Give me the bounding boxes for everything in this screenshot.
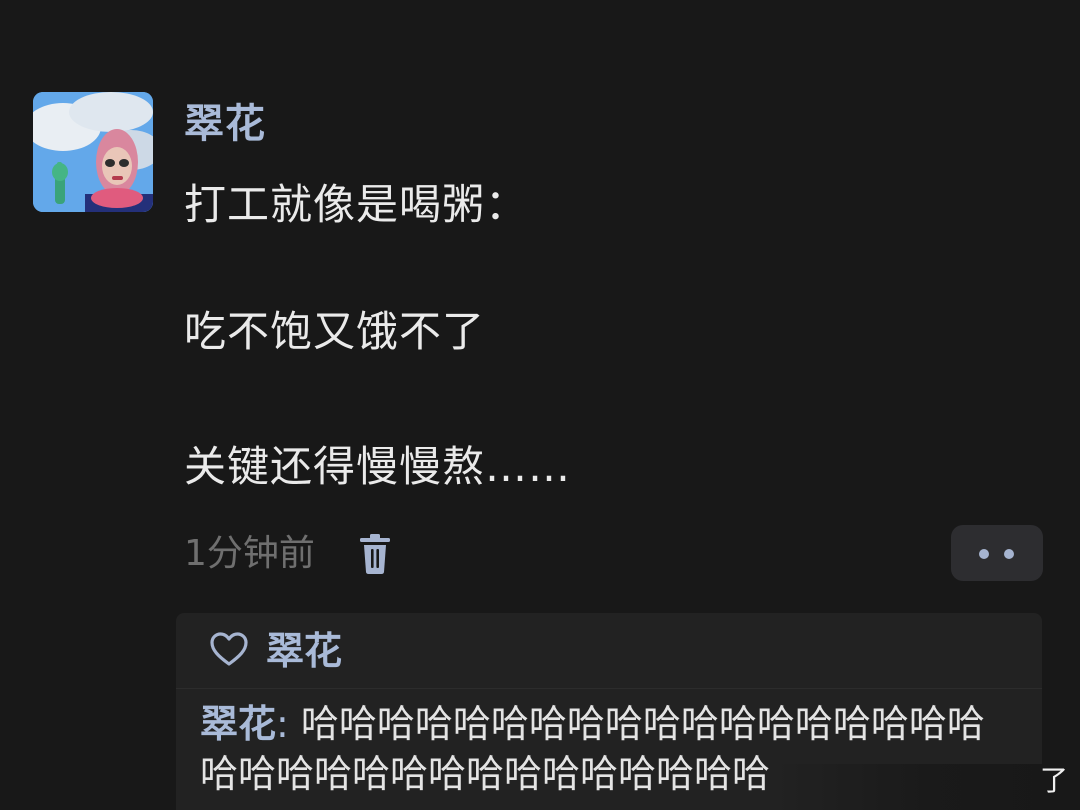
like-user-name[interactable]: 翠花 [266, 625, 342, 677]
avatar[interactable] [33, 92, 153, 212]
likes-row: 翠花 [176, 613, 1042, 689]
comment-text: 哈哈哈哈哈哈哈哈哈哈哈哈哈哈哈哈哈哈哈哈哈哈哈哈哈哈哈哈哈哈哈哈哈 [200, 702, 985, 796]
post-text-line-2: 吃不饱又饿不了 [184, 307, 486, 356]
more-dots-icon [979, 549, 989, 559]
more-options-button[interactable] [951, 525, 1043, 581]
post-text-line-3: 关键还得慢慢熬…… [184, 442, 572, 491]
comment-author-name[interactable]: 翠花 [200, 702, 276, 746]
corner-text: 了 [1039, 764, 1068, 797]
comment-separator: : [276, 702, 289, 746]
post-timestamp: 1分钟前 [184, 533, 315, 574]
delete-button[interactable] [356, 532, 394, 576]
more-dots-icon [1004, 549, 1014, 559]
heart-icon [210, 632, 248, 666]
moments-post: 翠花 打工就像是喝粥： 吃不饱又饿不了 关键还得慢慢熬…… 1分钟前 翠花 翠花… [0, 0, 1080, 810]
post-author-name[interactable]: 翠花 [184, 96, 266, 152]
comment-item[interactable]: 翠花: 哈哈哈哈哈哈哈哈哈哈哈哈哈哈哈哈哈哈哈哈哈哈哈哈哈哈哈哈哈哈哈哈哈 [200, 699, 1020, 799]
avatar-image [33, 92, 153, 212]
likes-comments-panel: 翠花 翠花: 哈哈哈哈哈哈哈哈哈哈哈哈哈哈哈哈哈哈哈哈哈哈哈哈哈哈哈哈哈哈哈哈哈 [176, 613, 1042, 810]
post-text-line-1: 打工就像是喝粥： [184, 180, 529, 229]
trash-icon [360, 534, 390, 574]
